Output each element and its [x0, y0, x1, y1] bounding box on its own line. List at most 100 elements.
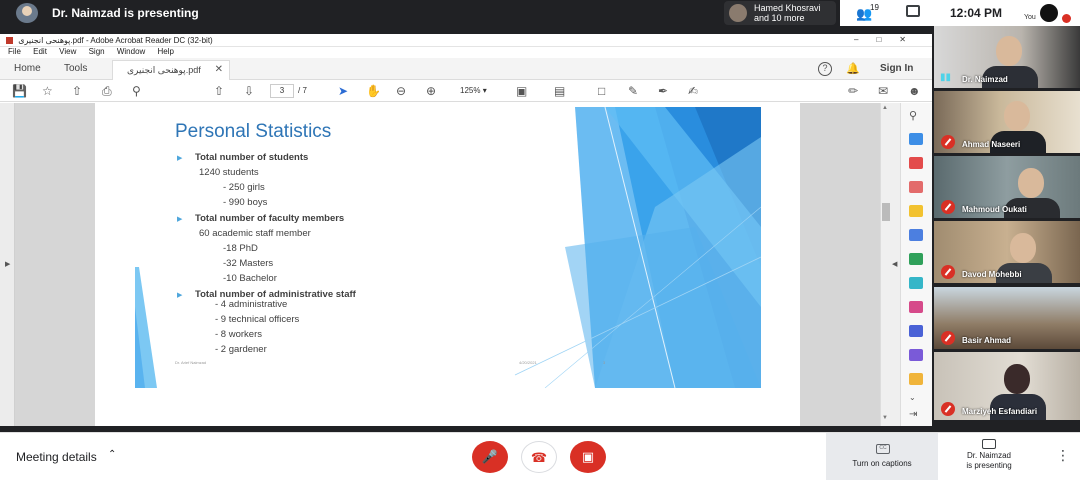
- zoom-dropdown[interactable]: 125% ▾: [454, 84, 502, 98]
- left-panel-strip[interactable]: ▶: [0, 103, 15, 426]
- self-view-tile[interactable]: You: [1022, 2, 1078, 24]
- sign-tool-icon[interactable]: [909, 349, 923, 361]
- expand-left-icon[interactable]: ▶: [5, 260, 10, 268]
- pdf-page: Personal Statistics ▶ Total number of st…: [95, 103, 800, 426]
- scroll-mode-icon[interactable]: ▤: [554, 83, 565, 99]
- speaking-indicator-icon: ▮▮: [940, 72, 952, 83]
- sign-icon[interactable]: ✏: [848, 83, 858, 99]
- page-total: / 7: [298, 86, 307, 95]
- next-page-icon[interactable]: ⇩: [244, 83, 254, 99]
- organize-pages-icon[interactable]: [909, 157, 923, 169]
- star-icon[interactable]: ☆: [42, 83, 53, 99]
- stamp-icon[interactable]: ✍: [688, 83, 698, 99]
- meeting-details-button[interactable]: Meeting details: [16, 450, 97, 464]
- mic-toggle-button[interactable]: 🎤: [472, 441, 508, 473]
- zoom-out-icon[interactable]: ⊖: [396, 83, 406, 99]
- chevron-down-icon[interactable]: ⌄: [909, 393, 923, 405]
- self-label: You: [1024, 14, 1036, 21]
- scan-ocr-icon[interactable]: [909, 277, 923, 289]
- hang-up-icon: ☎: [530, 450, 548, 465]
- participant-head: [996, 36, 1022, 66]
- participant-name: Basir Ahmad: [962, 336, 1012, 345]
- collapse-right-icon[interactable]: ◀: [892, 260, 897, 268]
- share-user-icon[interactable]: ☻: [908, 83, 921, 99]
- camera-toggle-button[interactable]: ▣: [570, 441, 606, 473]
- page-number-input[interactable]: 3: [270, 84, 294, 98]
- mic-off-icon: [941, 265, 955, 279]
- prepare-form-icon[interactable]: [909, 301, 923, 313]
- scroll-thumb[interactable]: [882, 203, 890, 221]
- captions-button[interactable]: CC Turn on captions: [826, 433, 938, 480]
- captions-label: Turn on captions: [852, 459, 912, 468]
- leave-call-button[interactable]: ☎: [521, 441, 557, 473]
- participant-tile[interactable]: Basir Ahmad: [934, 287, 1080, 349]
- search-tool-icon[interactable]: ⚲: [909, 109, 923, 122]
- menu-item-window[interactable]: Window: [117, 47, 145, 56]
- mic-off-icon: 🎤: [481, 449, 499, 464]
- participant-tile[interactable]: Ahmad Naseeri: [934, 91, 1080, 153]
- chat-icon[interactable]: [906, 5, 920, 17]
- mic-off-icon: [941, 135, 955, 149]
- tab-bar: Home Tools پوهنحی انجنیری.pdf ✕ ? 🔔 Sign…: [0, 58, 932, 80]
- window-controls[interactable]: –□✕: [854, 35, 924, 44]
- mic-off-icon: [1062, 14, 1071, 23]
- close-icon[interactable]: ✕: [215, 64, 223, 75]
- menu-item-edit[interactable]: Edit: [33, 47, 47, 56]
- menu-item-view[interactable]: View: [59, 47, 76, 56]
- slide-line: - 4 administrative: [215, 299, 288, 310]
- participant-tile[interactable]: ▮▮ Dr. Naimzad: [934, 26, 1080, 88]
- participants-pill[interactable]: Hamed Khosravi and 10 more: [724, 1, 836, 25]
- mail-icon[interactable]: ✉: [878, 83, 888, 99]
- bell-icon[interactable]: 🔔: [846, 62, 860, 75]
- participant-head: [1018, 168, 1044, 198]
- tab-home[interactable]: Home: [14, 63, 41, 74]
- draw-icon[interactable]: ✒: [658, 83, 668, 99]
- acrobat-window: پوهنحی انجنیری.pdf - Adobe Acrobat Reade…: [0, 34, 932, 426]
- menu-item-sign[interactable]: Sign: [89, 47, 105, 56]
- vertical-scrollbar[interactable]: ▲ ▼: [880, 103, 890, 426]
- upload-icon[interactable]: ⇧: [72, 83, 82, 99]
- comment-icon[interactable]: □: [598, 83, 605, 99]
- menu-item-file[interactable]: File: [8, 47, 21, 56]
- collapse-panel-icon[interactable]: ⇥: [909, 409, 923, 421]
- tab-tools[interactable]: Tools: [64, 63, 87, 74]
- search-icon[interactable]: ⚲: [132, 83, 141, 99]
- print-icon[interactable]: ⎙: [102, 83, 112, 99]
- scroll-down-icon[interactable]: ▼: [882, 415, 888, 421]
- scroll-up-icon[interactable]: ▲: [882, 105, 888, 111]
- create-pdf-icon[interactable]: [909, 181, 923, 193]
- participant-tile[interactable]: Marziyeh Esfandiari: [934, 352, 1080, 420]
- slide-footer-date: 4/20/2021: [519, 360, 537, 365]
- prev-page-icon[interactable]: ⇧: [214, 83, 224, 99]
- select-cursor-icon[interactable]: ➤: [338, 83, 348, 99]
- highlight-icon[interactable]: ✎: [628, 83, 638, 99]
- sign-in-button[interactable]: Sign In: [880, 63, 913, 74]
- menu-bar: File Edit View Sign Window Help: [0, 47, 932, 58]
- presenting-line-1: Dr. Naimzad: [966, 451, 1011, 460]
- slide-footer-author: Dr. Arief Naimzad: [175, 360, 207, 365]
- menu-item-help[interactable]: Help: [158, 47, 174, 56]
- participant-tile[interactable]: Davod Mohebbi: [934, 221, 1080, 283]
- comment-tool-icon[interactable]: [909, 205, 923, 217]
- window-titlebar: پوهنحی انجنیری.pdf - Adobe Acrobat Reade…: [0, 34, 932, 47]
- more-options-icon[interactable]: ⋮: [1056, 447, 1070, 464]
- participant-name: Marziyeh Esfandiari: [962, 407, 1038, 416]
- hand-tool-icon[interactable]: ✋: [366, 83, 381, 99]
- send-review-icon[interactable]: [909, 373, 923, 385]
- protect-icon[interactable]: [909, 325, 923, 337]
- mic-off-icon: [941, 200, 955, 214]
- zoom-in-icon[interactable]: ⊕: [426, 83, 436, 99]
- tab-document[interactable]: پوهنحی انجنیری.pdf ✕: [112, 60, 230, 80]
- help-icon[interactable]: ?: [818, 62, 832, 76]
- save-icon[interactable]: 💾: [12, 83, 27, 99]
- edit-pdf-icon[interactable]: [909, 229, 923, 241]
- fill-sign-icon[interactable]: [909, 253, 923, 265]
- export-pdf-icon[interactable]: [909, 133, 923, 145]
- presenting-status-button[interactable]: Dr. Naimzad is presenting: [944, 439, 1034, 471]
- participants-pill-label: Hamed Khosravi and 10 more: [754, 3, 821, 23]
- chevron-up-icon[interactable]: ⌃: [108, 449, 116, 460]
- participant-tile[interactable]: Mahmoud Oukati: [934, 156, 1080, 218]
- page-view-icon[interactable]: ▣: [516, 83, 527, 99]
- participant-name: Mahmoud Oukati: [962, 205, 1027, 214]
- slide-line: -10 Bachelor: [223, 273, 277, 284]
